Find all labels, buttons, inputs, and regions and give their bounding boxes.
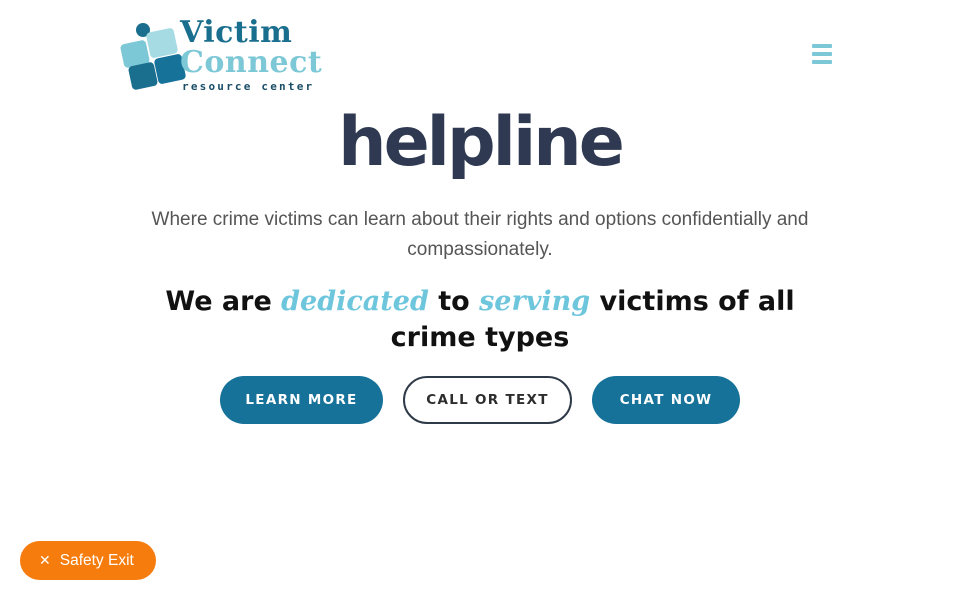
close-icon: ✕ [39,552,51,569]
tagline-accent-serving: serving [479,286,591,317]
safety-exit-button[interactable]: ✕ Safety Exit [20,541,156,580]
logo-line-victim: Victim [180,15,293,50]
learn-more-button[interactable]: LEARN MORE [220,376,383,424]
logo-line-connect: Connect [180,45,323,80]
chat-now-button[interactable]: CHAT NOW [592,376,740,424]
safety-exit-label: Safety Exit [59,551,134,569]
hero-tagline: We are dedicated to serving victims of a… [140,284,820,356]
logo-text: Victim Connect resource center [180,15,340,94]
call-or-text-button[interactable]: CALL OR TEXT [403,376,572,424]
site-logo[interactable]: Victim Connect resource center [118,18,338,94]
tagline-accent-dedicated: dedicated [281,286,429,317]
hero-subtitle: Where crime victims can learn about thei… [151,209,809,260]
tagline-part2: to [428,286,480,317]
tagline-part1: We are [165,286,282,317]
hero-title: helpline [338,103,625,182]
page: Victim Connect resource center helpline … [0,0,960,600]
hamburger-menu-icon[interactable] [812,44,834,64]
logo-line-resource-center: resource center [182,80,315,93]
logo-mark-icon [120,23,186,90]
